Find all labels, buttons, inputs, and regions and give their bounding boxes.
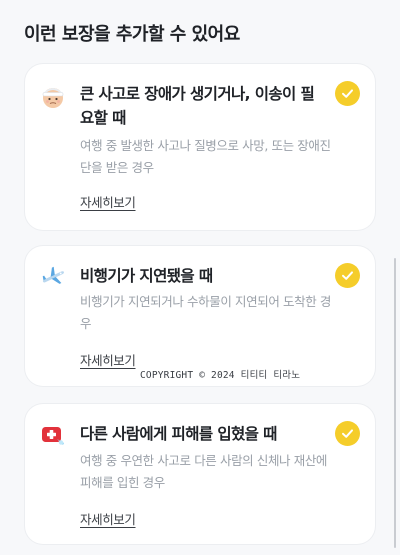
first-aid-kit-icon	[42, 427, 64, 445]
section-title: 이런 보장을 추가할 수 있어요	[24, 24, 240, 45]
coverage-card-title: 다른 사람에게 피해를 입혔을 때	[80, 425, 277, 443]
coverage-card-description: 비행기가 지연되거나 수하물이 지연되어 도착한 경우	[80, 294, 331, 331]
coverage-card-flight-delay[interactable]: 비행기가 지연됐을 때 비행기가 지연되거나 수하물이 지연되어 도착한 경우 …	[25, 246, 375, 386]
selected-check-badge[interactable]	[335, 421, 360, 446]
check-icon	[342, 429, 353, 438]
coverage-card-title: 큰 사고로 장애가 생기거나, 이송이 필요할 때	[80, 85, 315, 127]
scrollbar[interactable]	[394, 258, 396, 548]
selected-check-badge[interactable]	[335, 81, 360, 106]
check-icon	[342, 89, 353, 98]
coverage-card-liability[interactable]: 다른 사람에게 피해를 입혔을 때 여행 중 우연한 사고로 다른 사람의 신체…	[25, 404, 375, 544]
details-link[interactable]: 자세히보기	[80, 192, 136, 211]
coverage-card-description: 여행 중 발생한 사고나 질병으로 사망, 또는 장애진단을 받은 경우	[80, 138, 331, 175]
copyright-watermark: COPYRIGHT © 2024 티티티 티라노	[140, 370, 301, 381]
coverage-card-description: 여행 중 우연한 사고로 다른 사람의 신체나 재산에 피해를 입힌 경우	[80, 453, 328, 490]
injured-person-icon	[42, 88, 64, 108]
check-icon	[342, 271, 353, 280]
details-link[interactable]: 자세히보기	[80, 509, 136, 528]
coverage-card-disability[interactable]: 큰 사고로 장애가 생기거나, 이송이 필요할 때 여행 중 발생한 사고나 질…	[25, 64, 375, 230]
selected-check-badge[interactable]	[335, 263, 360, 288]
coverage-card-title: 비행기가 지연됐을 때	[80, 267, 213, 285]
details-link[interactable]: 자세히보기	[80, 350, 136, 369]
coverage-options-screen: 이런 보장을 추가할 수 있어요 큰 사고로 장애가 생기거나, 이송이 필요할…	[0, 0, 400, 555]
airplane-icon	[42, 266, 64, 284]
